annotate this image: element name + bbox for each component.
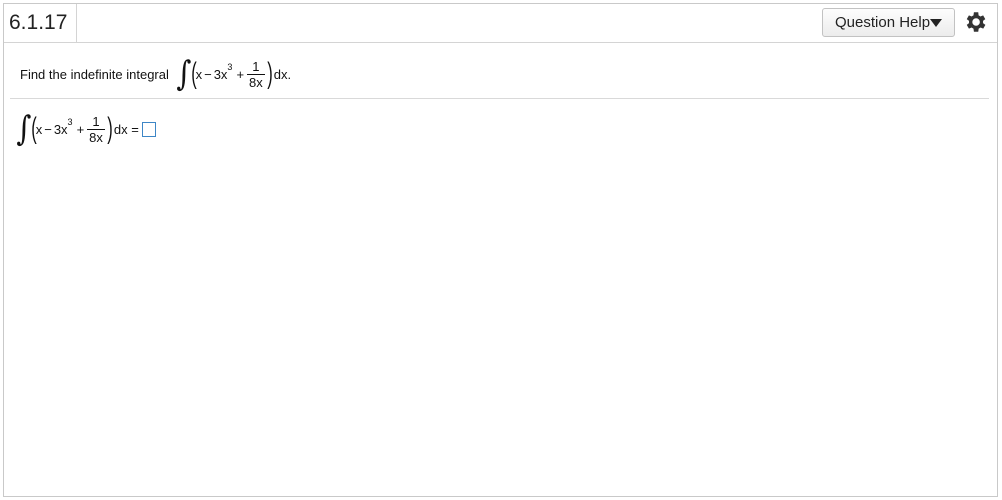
question-number: 6.1.17 (4, 4, 77, 42)
prompt-suffix: dx. (273, 66, 292, 82)
triangle-down-icon (930, 19, 942, 27)
question-help-label: Question Help (835, 14, 931, 31)
question-prompt: Find the indefinite integral ∫ ( x − 3x … (20, 52, 291, 96)
minus-sign: − (44, 121, 52, 137)
integral-sign: ∫ (16, 109, 32, 149)
plus-sign: + (76, 121, 85, 137)
fraction: 1 8x (247, 60, 265, 89)
exponent: 3 (227, 62, 233, 72)
fraction-denominator: 8x (249, 74, 263, 90)
term-3x: 3x (213, 66, 228, 82)
open-paren: ( (30, 112, 37, 145)
integrand: x − 3x 3 + 1 8x (36, 115, 108, 144)
integral-sign: ∫ (176, 54, 192, 94)
integrand: x − 3x 3 + 1 8x (196, 60, 268, 89)
gear-icon[interactable] (962, 9, 988, 35)
plus-sign: + (236, 66, 245, 82)
divider (10, 98, 989, 99)
fraction-numerator: 1 (252, 58, 260, 74)
exponent: 3 (67, 117, 73, 127)
close-paren: ) (267, 57, 273, 90)
question-header: 6.1.17 Question Help (4, 4, 997, 43)
question-help-button[interactable]: Question Help (822, 8, 955, 37)
fraction-denominator: 8x (89, 129, 103, 145)
answer-input[interactable] (141, 121, 156, 137)
open-paren: ( (190, 57, 197, 90)
term-3x: 3x (53, 121, 68, 137)
close-paren: ) (107, 112, 113, 145)
minus-sign: − (204, 66, 212, 82)
answer-row: ∫ ( x − 3x 3 + 1 8x ) dx = (15, 109, 156, 149)
answer-suffix: dx = (113, 121, 139, 137)
fraction: 1 8x (87, 115, 105, 144)
prompt-text: Find the indefinite integral (20, 66, 169, 82)
question-panel: 6.1.17 Question Help Find the indefinite… (3, 3, 998, 497)
fraction-numerator: 1 (92, 113, 100, 129)
